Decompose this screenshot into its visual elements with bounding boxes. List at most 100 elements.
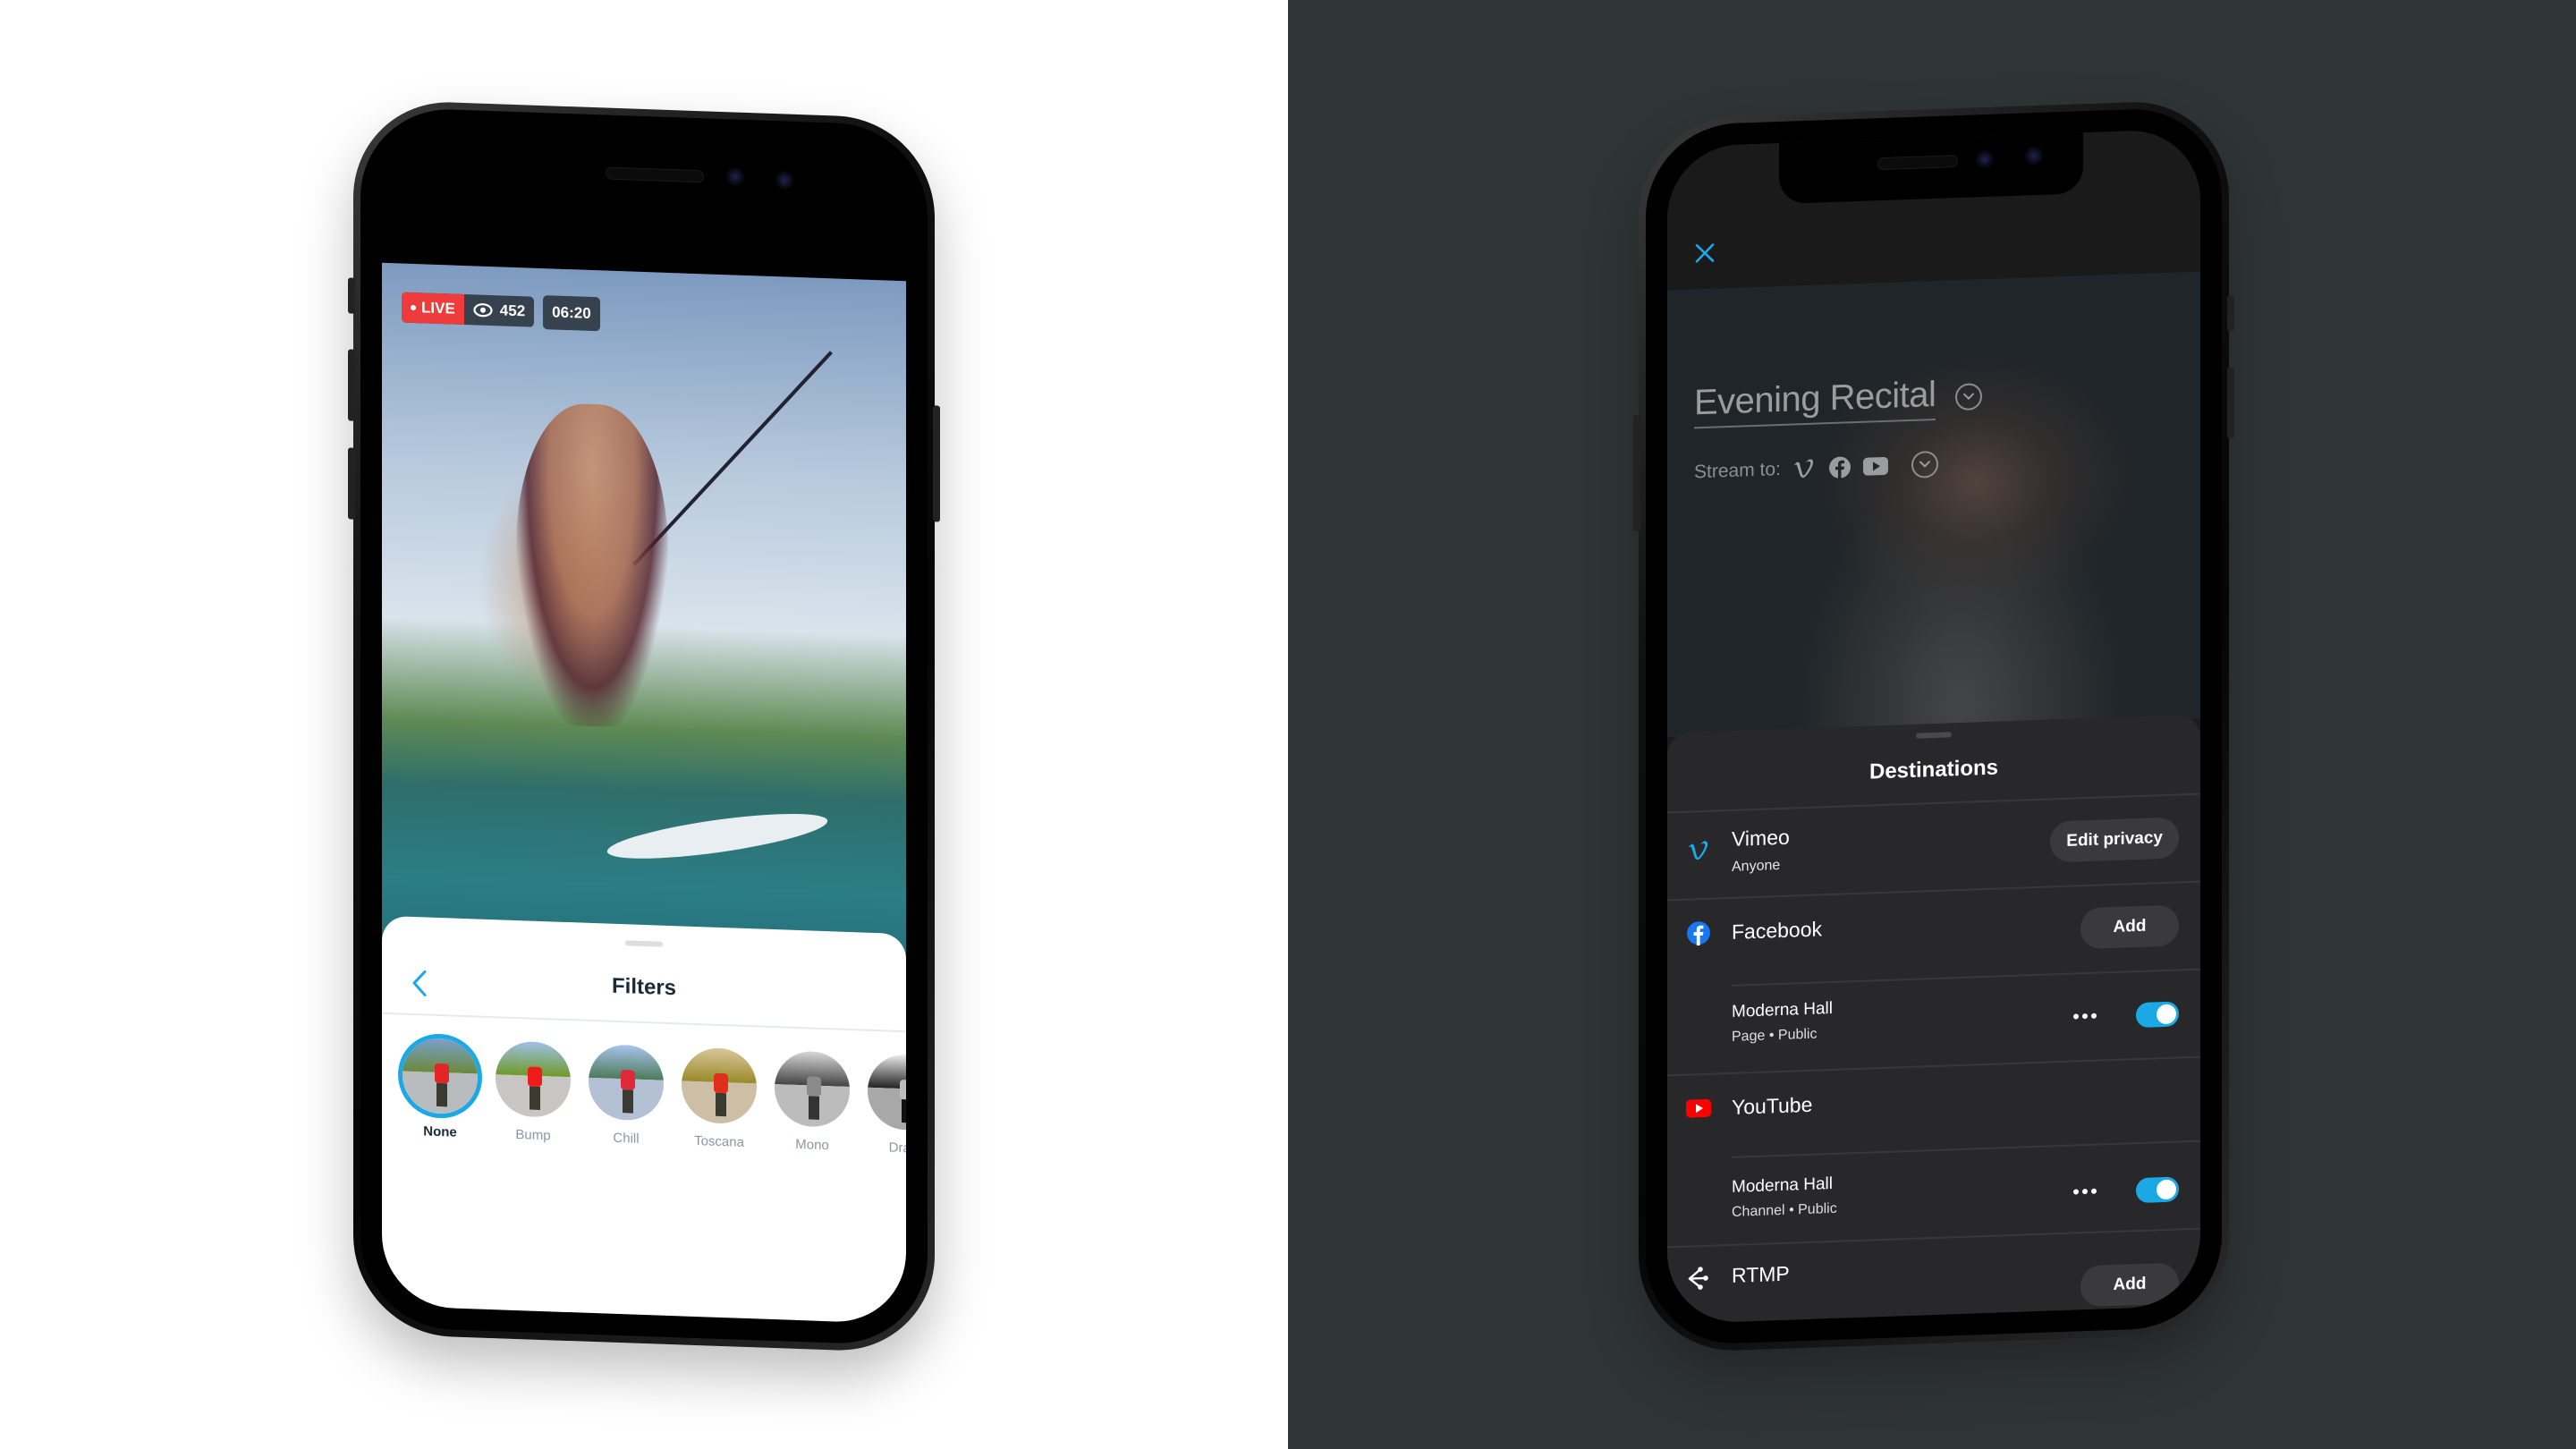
account-privacy: Public [1777,1026,1818,1044]
youtube-account-row: Moderna Hall Channel • Public [1667,1142,2200,1245]
volume-down-button [348,447,355,520]
account-type: Page [1732,1028,1766,1045]
speaker-grille [1877,155,1958,171]
account-name: Moderna Hall [1732,998,1833,1021]
mute-switch [348,277,355,314]
more-dot-icon [2082,1188,2088,1195]
filters-title: Filters [611,973,677,1001]
add-facebook-button[interactable]: Add [2080,904,2179,950]
volume-up-button [348,349,355,421]
destinations-dropdown[interactable] [1911,450,1938,479]
notch [1779,131,2083,205]
top-bar [1667,128,2200,291]
status-bar-area [382,128,906,282]
youtube-icon [1862,453,1888,479]
separator: • [1789,1202,1794,1218]
account-meta: Page • Public [1732,1027,1817,1046]
eye-icon [473,303,493,318]
stream-to-row: Stream to: [1694,450,1938,487]
account-meta: Channel • Public [1732,1201,1837,1221]
more-dot-icon [2091,1188,2097,1194]
destination-name: Facebook [1732,917,1823,944]
screen: Evening Recital Stream to: Destinations … [1667,128,2200,1325]
viewer-count: 452 [464,301,534,321]
more-dot-icon [2073,1013,2079,1020]
viewer-count-value: 452 [499,301,526,320]
destinations-sheet: Destinations Vimeo Anyone Edit privacy F… [1667,714,2200,1325]
filter-list: None Bump Chill Toscana Mono Dram [400,1037,906,1159]
destination-privacy: Anyone [1732,857,1781,875]
facebook-icon [1685,919,1712,947]
speaker-grille [606,166,704,183]
vimeo-icon [1792,456,1817,482]
filter-chill[interactable]: Chill [586,1043,666,1148]
more-options-button[interactable] [2068,1007,2102,1024]
event-title-row: Evening Recital [1694,373,1983,429]
surfboard [604,804,831,869]
kitesurfer [516,402,668,729]
phone-live-filters: LIVE 452 06:20 Filters None Bump Chill T… [348,98,940,1354]
filter-thumbnail [775,1050,850,1129]
account-type: Channel [1732,1202,1785,1220]
event-title-input[interactable]: Evening Recital [1694,374,1936,429]
destination-name: YouTube [1732,1092,1813,1119]
mute-switch [2227,295,2234,332]
elapsed-timer: 06:20 [543,295,600,332]
account-privacy: Public [1798,1200,1837,1218]
more-dot-icon [2082,1013,2088,1020]
account-name: Moderna Hall [1732,1174,1833,1197]
vimeo-icon [1685,837,1712,865]
filter-label: Bump [515,1126,551,1144]
destination-name: Vimeo [1732,825,1790,851]
edit-privacy-button[interactable]: Edit privacy [2050,817,2179,863]
rtmp-share-icon [1685,1265,1712,1292]
filter-label: Chill [613,1130,640,1147]
filter-label: None [423,1123,457,1140]
live-badge: LIVE [402,292,464,325]
filter-dram[interactable]: Dram [865,1053,906,1157]
screen: LIVE 452 06:20 Filters None Bump Chill T… [382,128,906,1325]
filters-header: Filters [382,951,906,1033]
filter-label: Toscana [694,1132,744,1150]
more-options-button[interactable] [2068,1182,2102,1199]
close-button[interactable] [1687,234,1723,271]
side-button [2227,367,2234,439]
filters-sheet: Filters None Bump Chill Toscana Mono Dra… [382,915,906,1325]
live-label: LIVE [421,299,455,318]
filter-none[interactable]: None [400,1037,480,1140]
filter-label: Mono [795,1136,829,1154]
sheet-drag-handle[interactable] [1916,732,1952,739]
youtube-icon [1685,1095,1712,1123]
close-icon [1695,243,1715,263]
filter-bump[interactable]: Bump [493,1040,573,1144]
event-title-dropdown[interactable] [1955,382,1983,411]
filter-mono[interactable]: Mono [772,1050,852,1154]
sheet-drag-handle[interactable] [625,940,663,947]
filter-thumbnail [589,1043,664,1122]
add-rtmp-button[interactable]: Add [2080,1262,2179,1308]
destination-name: RTMP [1732,1261,1790,1287]
destinations-title: Destinations [1868,755,1999,784]
live-viewers-group: LIVE 452 [402,292,535,327]
more-dot-icon [2091,1013,2097,1019]
facebook-icon [1827,454,1852,480]
facebook-account-row: Moderna Hall Page • Public [1667,970,2200,1073]
volume-button [1633,414,1640,531]
front-camera [1976,149,1994,169]
facebook-account-toggle[interactable] [2136,1001,2179,1029]
live-dot-icon [411,304,416,311]
toggle-knob [2157,1179,2176,1200]
toggle-knob [2157,1004,2176,1025]
filter-label: Dram [888,1140,906,1157]
filter-toscana[interactable]: Toscana [679,1046,759,1150]
filter-thumbnail [496,1040,571,1119]
separator: • [1768,1028,1775,1044]
more-dot-icon [2073,1189,2079,1195]
power-button [933,405,940,522]
phone-destinations: Evening Recital Stream to: Destinations … [1633,98,2234,1354]
destination-facebook: Facebook Add [1667,883,2200,986]
face-sensor [2025,146,2043,165]
filter-thumbnail [682,1046,757,1125]
face-sensor [775,171,793,190]
youtube-account-toggle[interactable] [2136,1176,2179,1204]
